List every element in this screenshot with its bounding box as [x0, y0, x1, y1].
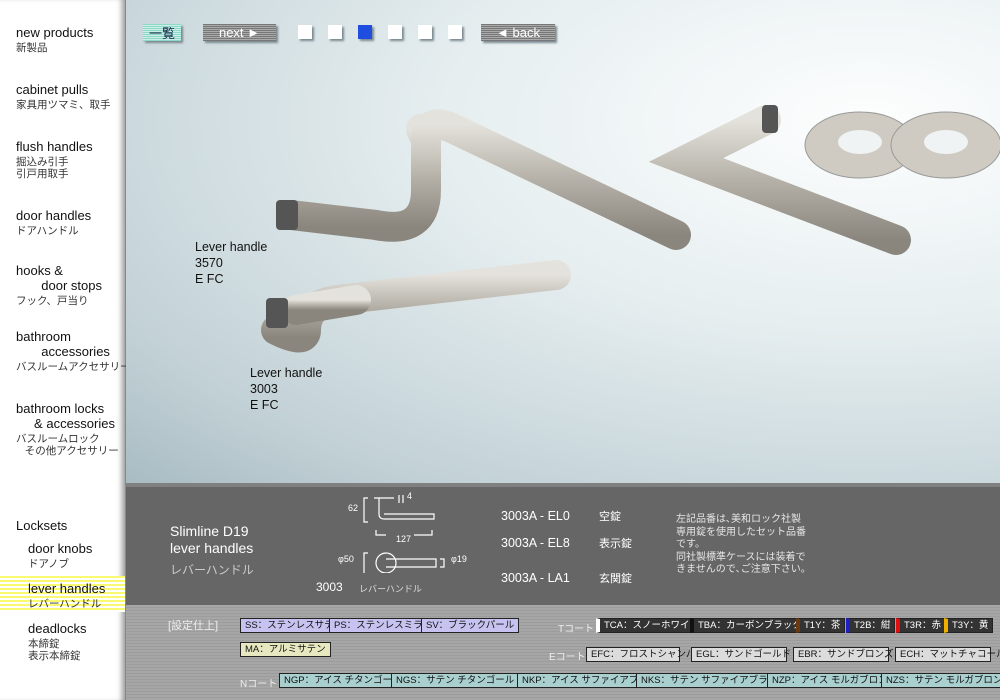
n-coat-label: Nコート — [240, 679, 278, 690]
finish-t-coat: T2B：紺 — [846, 618, 896, 633]
nav-label-jp: フック、戸当り — [16, 295, 89, 307]
model-name-jp: レバーハンドル — [359, 584, 422, 594]
nav-label-jp: ドアノブ — [28, 558, 70, 570]
set-name: 玄関錠 — [599, 573, 632, 585]
finish-t-coat: T1Y：茶 — [796, 618, 846, 633]
product-title: Slimline D19 lever handles — [170, 523, 254, 556]
finish-ma: MA：アルミサテン — [240, 642, 331, 657]
nav-hooks-door-stops[interactable]: hooks & door stops フック、戸当り — [16, 263, 102, 307]
nav-door-knobs[interactable]: door knobs ドアノブ — [28, 541, 92, 570]
page-indicator-5[interactable] — [418, 25, 432, 39]
e-coat-label: Eコート — [549, 652, 586, 663]
nav-bathroom-accessories[interactable]: bathroom accessories バスルームアクセサリー — [16, 329, 131, 373]
nav-label: new products — [16, 25, 94, 40]
finish-e-coat: ECH：マットチャコール — [895, 647, 1000, 662]
nav-label-jp: バスルームアクセサリー — [16, 361, 131, 373]
set-code: 3003A - EL0 — [501, 509, 570, 523]
nav-label: lever handles — [28, 581, 106, 596]
page-indicator-6[interactable] — [448, 25, 462, 39]
nav-label: bathroom accessories — [16, 329, 110, 359]
nav-flush-handles[interactable]: flush handles 掘込み引手 引戸用取手 — [16, 139, 93, 180]
nav-label-jp: 本締錠 表示本締錠 — [28, 638, 81, 662]
handle-label-3003: Lever handle 3003 E FC — [250, 366, 323, 412]
set-name: 表示錠 — [599, 538, 632, 550]
finish-n-coat: NZS：サテン モルガブロンズ — [881, 673, 1000, 688]
set-code: 3003A - LA1 — [501, 571, 570, 585]
page-indicator-2[interactable] — [328, 25, 342, 39]
finish-e-coat: EBR：サンドブロンズ — [793, 647, 893, 662]
nav-deadlocks[interactable]: deadlocks 本締錠 表示本締錠 — [28, 621, 87, 662]
nav-label-jp: 掘込み引手 引戸用取手 — [16, 156, 69, 180]
handle-label-3570: Lever handle 3570 E FC — [195, 240, 268, 286]
nav-label-jp: 家具用ツマミ、取手 — [16, 99, 111, 111]
finish-heading: [設定仕上] — [168, 620, 219, 632]
heading-label: Locksets — [16, 518, 68, 533]
nav-label: hooks & door stops — [16, 263, 102, 293]
finish-e-coat: EFC：フロストシャンパン — [586, 647, 705, 662]
page-indicator-4[interactable] — [388, 25, 402, 39]
dim-rose: φ50 — [338, 554, 354, 564]
set-code: 3003A - EL8 — [501, 536, 570, 550]
set-name: 空錠 — [599, 511, 621, 523]
nav-lever-handles[interactable]: lever handles レバーハンドル — [28, 581, 105, 610]
nav-label: door knobs — [28, 541, 93, 556]
finish-standard: SV：ブラックパール — [421, 618, 520, 633]
finish-t-coat: TCA：スノーホワイト — [596, 618, 705, 633]
nav-label-jp: ドアハンドル — [16, 225, 79, 237]
product-info-panel: Slimline D19 lever handles レバーハンドル 62 4 … — [126, 483, 1000, 605]
finish-t-coat: TBA：カーボンブラック — [690, 618, 807, 633]
model-number: 3003 — [316, 580, 343, 594]
finish-t-coat: T3Y：黄 — [944, 618, 994, 633]
sidebar: new products 新製品 cabinet pulls 家具用ツマミ、取手 f… — [0, 0, 131, 700]
nav-label-jp: バスルームロック その他アクセサリー — [16, 433, 119, 457]
dim-length: 127 — [396, 534, 412, 544]
finish-options: [設定仕上] Tコート Eコート Nコート MA：アルミサテン SS：ステンレス… — [126, 605, 1000, 700]
nav-label-jp: 新製品 — [16, 42, 48, 54]
nav-label: deadlocks — [28, 621, 87, 636]
nav-label: flush handles — [16, 139, 93, 154]
finish-n-coat: NGS：サテン チタンゴールド — [391, 673, 529, 688]
locksets-heading: Locksets — [16, 518, 67, 533]
finish-t-coat: T3R：赤 — [896, 618, 946, 633]
nav-label-jp: レバーハンドル — [28, 598, 102, 610]
dim-thickness: 4 — [407, 491, 413, 501]
dim-diameter: φ19 — [451, 554, 467, 564]
nav-label: cabinet pulls — [16, 82, 89, 97]
nav-cabinet-pulls[interactable]: cabinet pulls 家具用ツマミ、取手 — [16, 82, 111, 111]
product-photo: 一覧 next ► ◄ back Lever handle 3570 E FC … — [126, 0, 1000, 483]
t-coat-label: Tコート — [558, 624, 595, 635]
page-indicator-1[interactable] — [298, 25, 312, 39]
set-note: 左記品番は､美和ロック社製 専用錠を使用したセット品番 です。 同社製標準ケース… — [676, 514, 811, 575]
nav-new-products[interactable]: new products 新製品 — [16, 25, 93, 54]
nav-label: bathroom locks & accessories — [16, 401, 115, 431]
nav-bathroom-locks[interactable]: bathroom locks & accessories バスルームロック その他… — [16, 401, 119, 457]
product-title-jp: レバーハンドル — [170, 563, 254, 577]
nav-door-handles[interactable]: door handles ドアハンドル — [16, 208, 91, 237]
page-indicator-3[interactable] — [358, 25, 372, 39]
nav-label: door handles — [16, 208, 92, 223]
dim-height: 62 — [348, 503, 359, 513]
finish-e-coat: EGL：サンドゴールド — [691, 647, 791, 662]
